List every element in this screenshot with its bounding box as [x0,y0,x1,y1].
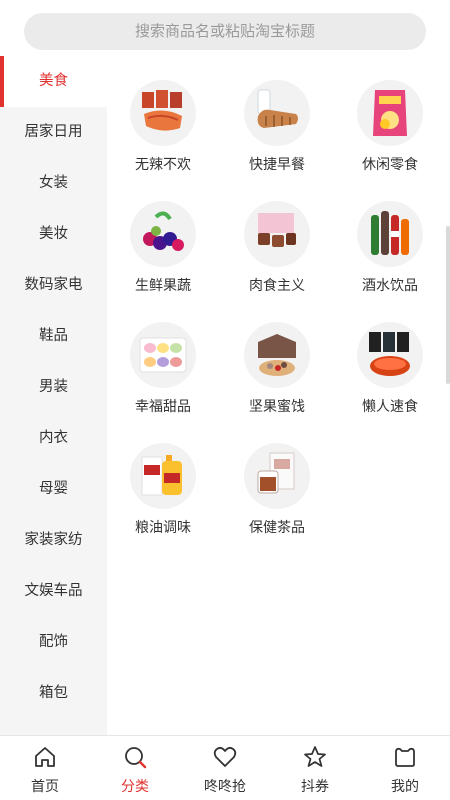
tea-box-icon [244,443,310,509]
category-label: 懒人速食 [362,399,418,415]
category-sidebar: 美食 居家日用 女装 美妆 数码家电 鞋品 男装 内衣 母婴 家装家纺 文娱车品… [0,56,107,735]
meat-cubes-icon [244,201,310,267]
sidebar-item-underwear[interactable]: 内衣 [0,413,107,464]
category-label: 幸福甜品 [135,399,191,415]
sidebar-item-home-goods[interactable]: 居家日用 [0,107,107,158]
bread-milk-icon [244,80,310,146]
search-icon [125,747,147,769]
sidebar-item-bags[interactable]: 箱包 [0,668,107,719]
category-tile[interactable]: 幸福甜品 [113,322,213,416]
sidebar-item-mens-clothing[interactable]: 男装 [0,362,107,413]
category-tile[interactable]: 酒水饮品 [340,201,440,295]
heart-icon [213,746,237,767]
tab-profile[interactable]: 我的 [360,736,450,800]
category-label: 生鲜果蔬 [135,278,191,294]
scrollbar[interactable] [446,226,450,384]
sidebar-item-home-textiles[interactable]: 家装家纺 [0,515,107,566]
sidebar-item-shoes[interactable]: 鞋品 [0,311,107,362]
tab-label: 首页 [31,779,59,795]
star-icon [304,746,326,767]
category-label: 酒水饮品 [362,278,418,294]
tab-category[interactable]: 分类 [90,736,180,800]
tab-dongdong-grab[interactable]: 咚咚抢 [180,736,270,800]
category-tile[interactable]: 肉食主义 [227,201,327,295]
tab-label: 咚咚抢 [204,779,246,795]
tab-home[interactable]: 首页 [0,736,90,800]
category-label: 保健茶品 [249,520,305,536]
category-tile[interactable]: 无辣不欢 [113,80,213,174]
category-label: 粮油调味 [135,520,191,536]
chips-bag-icon [357,80,423,146]
home-icon [35,747,55,767]
tab-douquan[interactable]: 抖券 [270,736,360,800]
sidebar-item-beauty[interactable]: 美妆 [0,209,107,260]
tab-label: 我的 [391,779,419,795]
category-label: 坚果蜜饯 [249,399,305,415]
spicy-snacks-icon [130,80,196,146]
sidebar-item-womens-clothing[interactable]: 女装 [0,158,107,209]
macarons-icon [130,322,196,388]
category-tile[interactable]: 保健茶品 [227,443,327,537]
nuts-box-icon [244,322,310,388]
sidebar-item-baby[interactable]: 母婴 [0,464,107,515]
category-tile[interactable]: 懒人速食 [340,322,440,416]
bottom-tab-bar: 首页 分类 咚咚抢 抖券 我的 [0,735,450,800]
rice-oil-icon [130,443,196,509]
instant-noodles-icon [357,322,423,388]
category-label: 休闲零食 [362,157,418,173]
category-grid: 无辣不欢 快捷早餐 休闲零食 生鲜果蔬 肉食主义 酒水饮品 幸福甜品 坚果蜜饯 … [107,56,450,735]
drink-bottles-icon [357,201,423,267]
sidebar-item-accessories[interactable]: 配饰 [0,617,107,668]
category-tile[interactable]: 生鲜果蔬 [113,201,213,295]
category-tile[interactable]: 粮油调味 [113,443,213,537]
category-tile[interactable]: 坚果蜜饯 [227,322,327,416]
search-input[interactable]: 搜索商品名或粘贴淘宝标题 [24,13,426,50]
sidebar-item-entertainment-auto[interactable]: 文娱车品 [0,566,107,617]
profile-icon [395,747,415,767]
category-label: 快捷早餐 [249,157,305,173]
category-label: 肉食主义 [249,278,305,294]
tab-label: 分类 [121,779,149,795]
tab-label: 抖券 [301,779,329,795]
category-tile[interactable]: 快捷早餐 [227,80,327,174]
category-tile[interactable]: 休闲零食 [340,80,440,174]
sidebar-item-food[interactable]: 美食 [0,56,107,107]
category-label: 无辣不欢 [135,157,191,173]
sidebar-item-electronics[interactable]: 数码家电 [0,260,107,311]
berries-icon [130,201,196,267]
search-header: 搜索商品名或粘贴淘宝标题 [0,0,450,56]
